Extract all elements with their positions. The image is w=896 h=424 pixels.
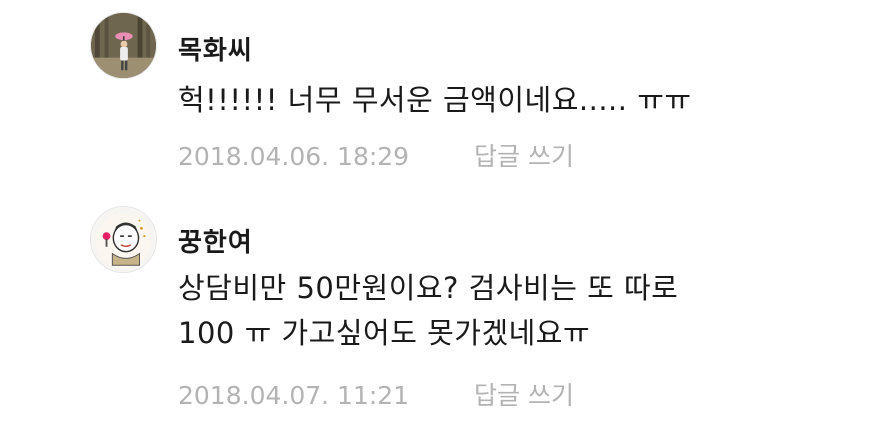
cartoon-avatar-icon bbox=[91, 207, 156, 272]
comment-text-line: 상담비만 50만원이요? 검사비는 또 따로 bbox=[178, 271, 679, 305]
comment-text: 상담비만 50만원이요? 검사비는 또 따로 100 ㅠ 가고싶어도 못가겠네요… bbox=[178, 266, 678, 356]
avatar[interactable] bbox=[90, 12, 157, 79]
comment-item: 꿍한여 상담비만 50만원이요? 검사비는 또 따로 100 ㅠ 가고싶어도 못… bbox=[0, 196, 896, 424]
comment-meta: 2018.04.06. 18:29 답글 쓰기 bbox=[178, 137, 574, 173]
reply-button[interactable]: 답글 쓰기 bbox=[474, 381, 574, 410]
profile-photo-icon bbox=[91, 13, 156, 78]
comment-text-line: 헉!!!!!! 너무 무서운 금액이네요..... ㅠㅠ bbox=[178, 83, 692, 117]
comment-timestamp: 2018.04.06. 18:29 bbox=[178, 142, 410, 171]
comment-text-line: 100 ㅠ 가고싶어도 못가겠네요ㅠ bbox=[178, 316, 591, 350]
comment-meta: 2018.04.07. 11:21 답글 쓰기 bbox=[178, 376, 574, 412]
comment-username[interactable]: 목화씨 bbox=[178, 30, 253, 67]
comment-item: 목화씨 헉!!!!!! 너무 무서운 금액이네요..... ㅠㅠ 2018.04… bbox=[0, 0, 896, 200]
reply-button[interactable]: 답글 쓰기 bbox=[474, 142, 574, 171]
comment-username[interactable]: 꿍한여 bbox=[178, 222, 253, 259]
comment-text: 헉!!!!!! 너무 무서운 금액이네요..... ㅠㅠ bbox=[178, 78, 692, 123]
comment-timestamp: 2018.04.07. 11:21 bbox=[178, 381, 410, 410]
avatar[interactable] bbox=[90, 206, 157, 273]
